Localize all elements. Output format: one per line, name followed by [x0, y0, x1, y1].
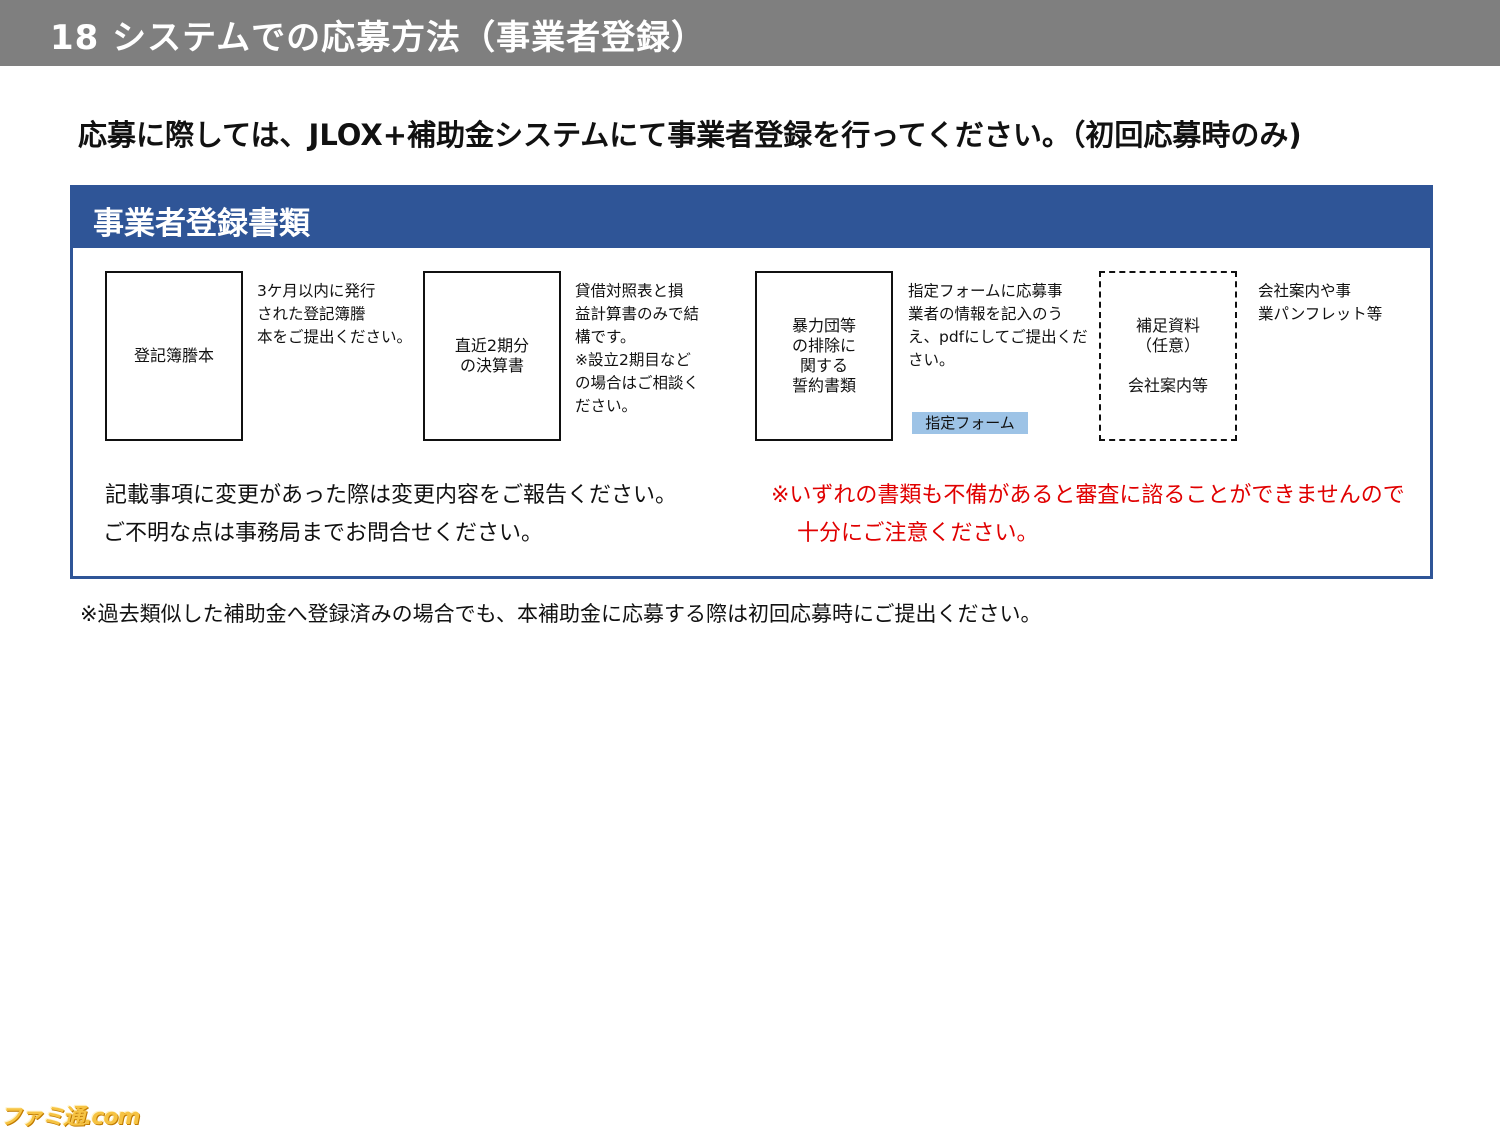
doc-desc-supplementary: 会社案内や事 業パンフレット等 [1258, 282, 1383, 323]
registration-documents-panel: 事業者登録書類 登記簿謄本 3ケ月以内に発行 された登記簿謄 本をご提出ください… [70, 185, 1433, 579]
doc-box-registry: 登記簿謄本 [105, 271, 243, 441]
notice-change-report: 記載事項に変更があった際は変更内容をご報告ください。 [105, 483, 678, 508]
watermark-logo: ファミ通.com [0, 1105, 140, 1130]
warning-line-1: ※いずれの書類も不備があると審査に諮ることができませんので [771, 483, 1405, 508]
footnote: ※過去類似した補助金へ登録済みの場合でも、本補助金に応募する際は初回応募時にご提… [80, 602, 1042, 626]
doc-box-supplementary: 補足資料 （任意） 会社案内等 [1099, 271, 1237, 441]
panel-title: 事業者登録書類 [93, 206, 310, 242]
page-title: 18 システムでの応募方法（事業者登録） [50, 18, 707, 58]
notice-contact: ご不明な点は事務局までお問合せください。 [103, 521, 544, 546]
headline: 応募に際しては、JLOX+補助金システムにて事業者登録を行ってください。（初回応… [78, 118, 1302, 152]
title-bar: 18 システムでの応募方法（事業者登録） [0, 0, 1500, 66]
doc-box-financial-statements: 直近2期分 の決算書 [423, 271, 561, 441]
panel-header: 事業者登録書類 [73, 188, 1430, 248]
designated-form-button[interactable]: 指定フォーム [912, 412, 1028, 434]
doc-desc-pledge: 指定フォームに応募事 業者の情報を記入のう え、pdfにしてご提出くだ さい。 [908, 282, 1088, 369]
warning-line-2: 十分にご注意ください。 [797, 521, 1039, 546]
doc-desc-registry: 3ケ月以内に発行 された登記簿謄 本をご提出ください。 [257, 282, 413, 346]
doc-box-pledge: 暴力団等 の排除に 関する 誓約書類 [755, 271, 893, 441]
doc-desc-financial-statements: 貸借対照表と損 益計算書のみで結 構です。 ※設立2期目など の場合はご相談く … [575, 282, 700, 415]
